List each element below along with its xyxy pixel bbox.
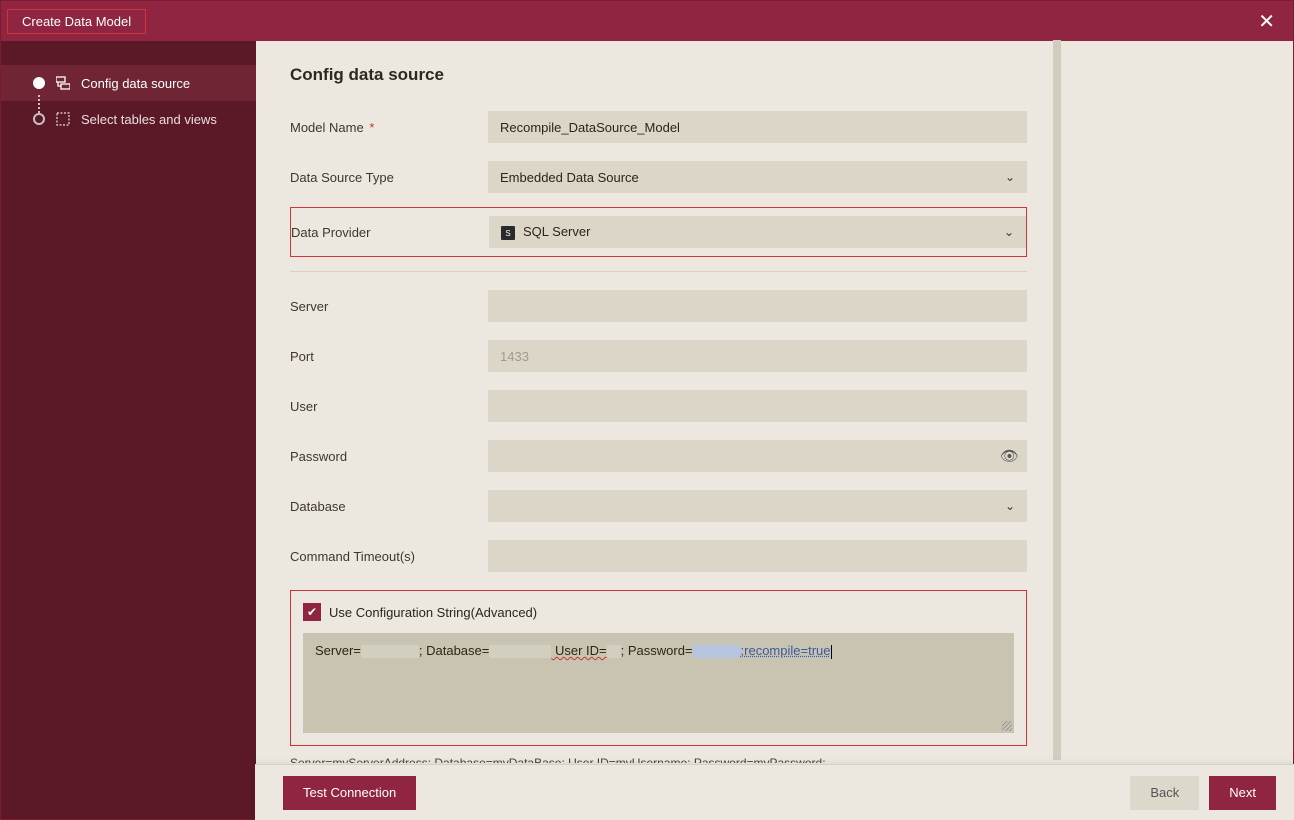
select-database[interactable]: ⌄ — [488, 490, 1027, 522]
input-server[interactable] — [488, 290, 1027, 322]
input-password[interactable]: 👁 — [488, 440, 1027, 472]
connection-string-hint: Server=myServerAddress; Database=myDataB… — [290, 756, 1027, 763]
chevron-down-icon: ⌄ — [1004, 225, 1014, 239]
chevron-down-icon: ⌄ — [1005, 170, 1015, 184]
label-user: User — [290, 399, 488, 414]
footer-bar: Test Connection Back Next — [255, 764, 1294, 820]
label-database: Database — [290, 499, 488, 514]
step-label: Select tables and views — [81, 112, 217, 127]
step-bullet-icon — [33, 113, 45, 125]
next-button[interactable]: Next — [1209, 776, 1276, 810]
row-server: Server — [290, 290, 1027, 322]
label-server: Server — [290, 299, 488, 314]
row-password: Password 👁 — [290, 440, 1027, 472]
page-heading: Config data source — [290, 65, 1027, 85]
row-data-source-type: Data Source Type Embedded Data Source ⌄ — [290, 161, 1027, 193]
tables-icon — [55, 111, 71, 127]
input-model-name[interactable] — [488, 111, 1027, 143]
label-data-provider: Data Provider — [291, 225, 489, 240]
input-user[interactable] — [488, 390, 1027, 422]
title-bar: Create Data Model ✕ — [1, 1, 1293, 41]
chevron-down-icon: ⌄ — [1005, 499, 1015, 513]
window-title: Create Data Model — [7, 9, 146, 34]
advanced-connection-box: ✔ Use Configuration String(Advanced) Ser… — [290, 590, 1027, 746]
highlight-data-provider: Data Provider SSQL Server ⌄ — [290, 207, 1027, 257]
textarea-connection-string[interactable]: Server=; Database= User ID=; Password=;r… — [303, 633, 1014, 733]
row-port: Port — [290, 340, 1027, 372]
sqlserver-icon: S — [501, 226, 515, 240]
back-button[interactable]: Back — [1130, 776, 1199, 810]
checkbox-checked-icon[interactable]: ✔ — [303, 603, 321, 621]
label-use-conn-string: Use Configuration String(Advanced) — [329, 605, 537, 620]
select-data-provider[interactable]: SSQL Server ⌄ — [489, 216, 1026, 248]
step-label: Config data source — [81, 76, 190, 91]
step-bullet-icon — [33, 77, 45, 89]
row-command-timeout: Command Timeout(s) — [290, 540, 1027, 572]
label-command-timeout: Command Timeout(s) — [290, 549, 488, 564]
step-config-data-source[interactable]: Config data source — [1, 65, 256, 101]
eye-icon[interactable]: 👁 — [1000, 447, 1019, 465]
datasource-icon — [55, 75, 71, 91]
form-panel: Config data source Model Name * Data Sou… — [256, 41, 1061, 763]
test-connection-button[interactable]: Test Connection — [283, 776, 416, 810]
row-user: User — [290, 390, 1027, 422]
checkbox-use-conn-string-row[interactable]: ✔ Use Configuration String(Advanced) — [303, 603, 1014, 621]
wizard-sidebar: Config data source Select tables and vie… — [1, 41, 256, 819]
input-port[interactable] — [488, 340, 1027, 372]
label-data-source-type: Data Source Type — [290, 170, 488, 185]
label-port: Port — [290, 349, 488, 364]
label-model-name: Model Name * — [290, 120, 488, 135]
scrollbar[interactable] — [1053, 40, 1061, 760]
label-password: Password — [290, 449, 488, 464]
row-model-name: Model Name * — [290, 111, 1027, 143]
row-database: Database ⌄ — [290, 490, 1027, 522]
input-command-timeout[interactable] — [488, 540, 1027, 572]
close-icon[interactable]: ✕ — [1250, 5, 1283, 38]
select-data-source-type[interactable]: Embedded Data Source ⌄ — [488, 161, 1027, 193]
resize-handle-icon[interactable] — [1002, 721, 1012, 731]
